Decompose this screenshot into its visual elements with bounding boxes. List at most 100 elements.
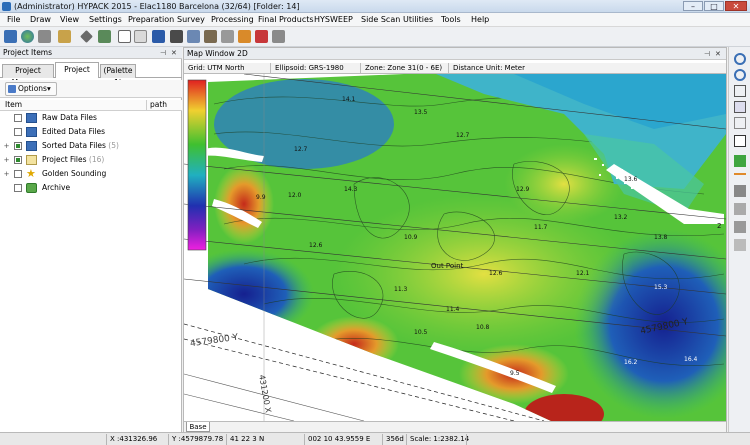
column-path[interactable]: path <box>146 100 167 110</box>
tab-palette[interactable]: (Palette 1) <box>100 64 136 87</box>
tree-item-project-files[interactable]: + Project Files (16) <box>0 153 182 167</box>
tree-item-label: Sorted Data Files (5) <box>42 141 119 150</box>
column-item[interactable]: Item <box>5 100 22 110</box>
menu-hysweep[interactable]: HYSWEEP <box>314 14 353 26</box>
globe-icon[interactable] <box>21 30 34 43</box>
checkbox[interactable] <box>14 170 22 178</box>
menu-processing[interactable]: Processing <box>211 14 254 26</box>
settings-icon[interactable] <box>272 30 285 43</box>
menu-file[interactable]: File <box>7 14 20 26</box>
checkbox[interactable] <box>14 114 22 122</box>
tree-item-archive[interactable]: Archive <box>0 181 182 195</box>
measure-line-icon[interactable] <box>734 173 746 175</box>
depth-label: 11.7 <box>534 224 548 231</box>
menu-survey[interactable]: Survey <box>177 14 205 26</box>
tab-project-manager[interactable]: Project Manager <box>2 64 54 87</box>
hypack-app-icon <box>2 2 11 11</box>
close-button[interactable]: ✕ <box>725 1 747 11</box>
pan-icon[interactable] <box>734 185 746 197</box>
menu-preparation[interactable]: Preparation <box>128 14 174 26</box>
status-longitude: 002 10 43.9559 E <box>304 434 382 445</box>
tab-project-items[interactable]: Project Items <box>55 62 99 88</box>
depth-label: 13.8 <box>654 234 668 241</box>
map-window-title: Map Window 2D <box>187 49 248 58</box>
expand-icon[interactable]: + <box>3 171 10 178</box>
tool-icon[interactable] <box>734 221 746 233</box>
depth-label: 11.3 <box>394 286 408 293</box>
grid-icon[interactable] <box>170 30 183 43</box>
edit-tool-icon[interactable] <box>58 30 71 43</box>
depth-label: 9.5 <box>510 370 520 377</box>
bathymetry-map[interactable] <box>184 74 726 421</box>
menu-settings[interactable]: Settings <box>89 14 122 26</box>
expand-icon[interactable]: + <box>3 143 10 150</box>
menu-utilities[interactable]: Utilities <box>403 14 433 26</box>
distance-unit-info: Distance Unit: Meter <box>448 63 525 73</box>
options-button[interactable]: Options▾ <box>5 82 57 96</box>
pencil-icon[interactable] <box>80 30 93 43</box>
depth-label: 12.6 <box>309 242 323 249</box>
expand-icon[interactable]: + <box>3 157 10 164</box>
checkbox[interactable] <box>14 128 22 136</box>
data-grid-icon <box>26 127 37 137</box>
stop-icon[interactable] <box>255 30 268 43</box>
zoom-previous-icon[interactable] <box>734 117 746 129</box>
map-tools-toolbar <box>728 47 750 432</box>
menu-draw[interactable]: Draw <box>30 14 51 26</box>
pin-icon[interactable]: ⊣ <box>160 48 166 58</box>
status-scale: Scale: 1:2382.14 <box>406 434 469 445</box>
grid-info: Grid: UTM North <box>188 64 245 72</box>
menu-view[interactable]: View <box>60 14 79 26</box>
tree-item-edited-data-files[interactable]: Edited Data Files <box>0 125 182 139</box>
tree-item-raw-data-files[interactable]: Raw Data Files <box>0 111 182 125</box>
close-map-icon[interactable]: ✕ <box>715 49 721 59</box>
tree-item-sorted-data-files[interactable]: + Sorted Data Files (5) <box>0 139 182 153</box>
draw-tool-icon[interactable] <box>98 30 111 43</box>
checkbox[interactable] <box>14 156 22 164</box>
survey-icon[interactable] <box>38 30 51 43</box>
project-panel-header: Project Items ⊣ ✕ <box>0 47 182 59</box>
menu-tools[interactable]: Tools <box>441 14 461 26</box>
layer-icon[interactable] <box>187 30 200 43</box>
zoom-window-icon[interactable] <box>734 101 746 113</box>
depth-label: 13.2 <box>614 214 628 221</box>
tool-icon[interactable] <box>204 30 217 43</box>
depth-label: 14.3 <box>344 186 358 193</box>
depth-label: 12.9 <box>516 186 530 193</box>
tree-item-golden-sounding[interactable]: + ★ Golden Sounding <box>0 167 182 181</box>
zoom-extents-icon[interactable] <box>734 85 746 97</box>
chart-view-icon[interactable] <box>152 30 165 43</box>
maximize-button[interactable]: □ <box>704 1 724 11</box>
menu-final-products[interactable]: Final Products <box>258 14 314 26</box>
options-bar: Options▾ <box>0 80 182 98</box>
warning-icon[interactable] <box>238 30 251 43</box>
pointer-icon[interactable] <box>734 135 746 147</box>
depth-label: 16.2 <box>624 359 638 366</box>
map-info-bar: Grid: UTM North Ellipsoid: GRS-1980 Zone… <box>184 63 726 74</box>
menu-side-scan[interactable]: Side Scan <box>361 14 400 26</box>
select-tool-icon[interactable] <box>734 155 746 167</box>
checkbox[interactable] <box>14 184 22 192</box>
tool-icon[interactable] <box>734 239 746 251</box>
map-canvas[interactable]: Out Point 4579800 Y 4579800 Y 431200 X 2… <box>184 74 726 421</box>
rotate-icon[interactable] <box>734 203 746 215</box>
map-window-header: Map Window 2D ⊣ ✕ <box>184 48 726 60</box>
menu-help[interactable]: Help <box>471 14 489 26</box>
export-icon[interactable] <box>221 30 234 43</box>
star-icon: ★ <box>26 167 36 180</box>
out-point-label: Out Point <box>431 262 464 270</box>
page-icon[interactable] <box>118 30 131 43</box>
minimize-button[interactable]: – <box>683 1 703 11</box>
zoom-in-icon[interactable] <box>734 53 746 65</box>
depth-label: 12.0 <box>288 192 302 199</box>
tab-base[interactable]: Base <box>186 422 210 432</box>
pin-icon[interactable]: ⊣ <box>704 49 710 59</box>
map-window: Map Window 2D ⊣ ✕ Grid: UTM North Ellips… <box>183 47 727 432</box>
sheet-icon[interactable] <box>134 30 147 43</box>
close-panel-icon[interactable]: ✕ <box>171 48 177 58</box>
checkbox[interactable] <box>14 142 22 150</box>
depth-label: 12.6 <box>489 270 503 277</box>
zoom-out-icon[interactable] <box>734 69 746 81</box>
save-icon[interactable] <box>4 30 17 43</box>
status-latitude: 41 22 3 N <box>226 434 304 445</box>
